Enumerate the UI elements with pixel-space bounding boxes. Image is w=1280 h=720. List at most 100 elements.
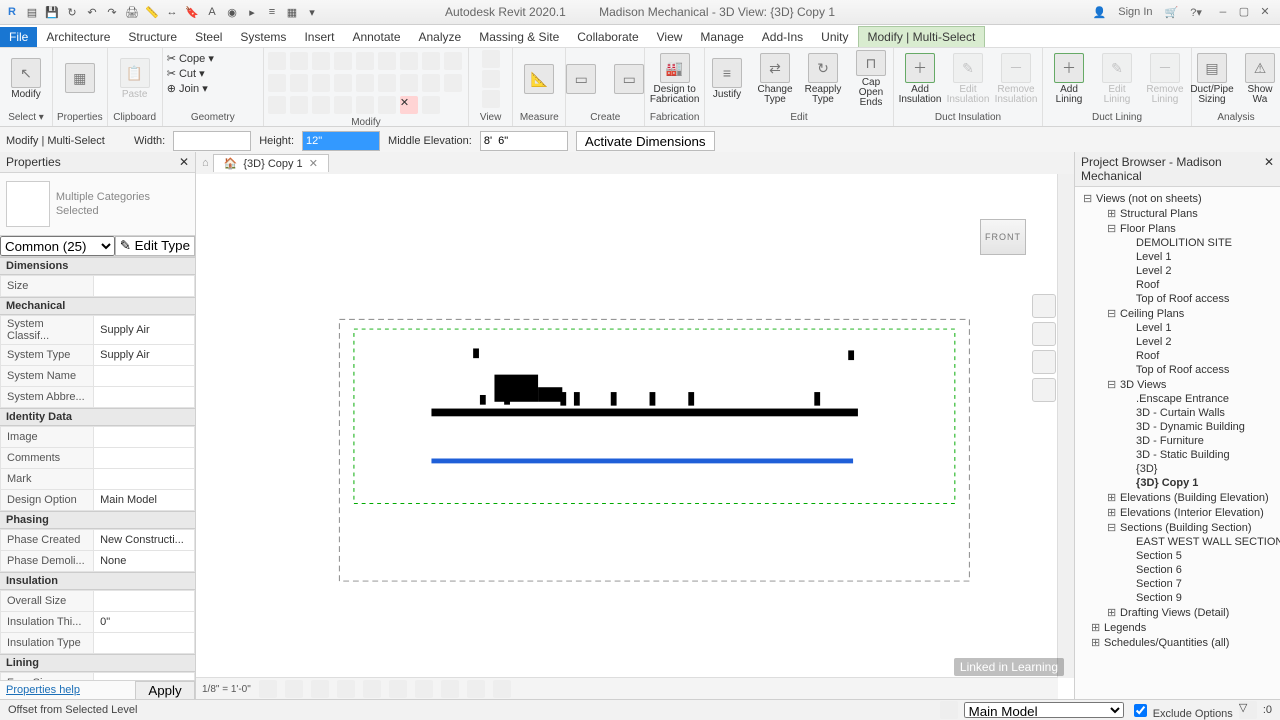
tab-annotate[interactable]: Annotate — [343, 27, 409, 47]
prop-value[interactable] — [94, 276, 195, 297]
tab-unity[interactable]: Unity — [812, 27, 857, 47]
main-model-select[interactable]: Main Model — [964, 702, 1124, 718]
tree-node[interactable]: Level 1 — [1077, 250, 1278, 264]
tree-node[interactable]: {3D} Copy 1 — [1077, 476, 1278, 490]
prop-value[interactable] — [94, 633, 195, 654]
tree-node[interactable]: 3D - Static Building — [1077, 448, 1278, 462]
tree-node[interactable]: ⊟ Sections (Building Section) — [1077, 520, 1278, 535]
exclude-options-checkbox[interactable]: Exclude Options — [1130, 701, 1233, 720]
tree-node[interactable]: Section 6 — [1077, 563, 1278, 577]
create-similar[interactable]: ▭ — [559, 50, 603, 108]
tab-view[interactable]: View — [648, 27, 692, 47]
prop-value[interactable]: Main Model — [94, 490, 195, 511]
undo-icon[interactable]: ↶ — [84, 4, 100, 20]
tab-insert[interactable]: Insert — [295, 27, 343, 47]
apply-button[interactable]: Apply — [135, 681, 195, 700]
3d-icon[interactable]: ◉ — [224, 4, 240, 20]
tree-node[interactable]: Level 2 — [1077, 335, 1278, 349]
mirror-icon[interactable] — [422, 52, 440, 70]
height-input[interactable] — [302, 131, 380, 151]
split-icon[interactable] — [378, 52, 396, 70]
cap-open-ends-button[interactable]: ⊓CapOpen Ends — [849, 50, 893, 108]
duct-pipe-sizing-button[interactable]: ▤Duct/PipeSizing — [1190, 50, 1234, 108]
tab-collaborate[interactable]: Collaborate — [568, 27, 647, 47]
design-to-fabrication[interactable]: 🏭Design toFabrication — [653, 50, 697, 108]
user-icon[interactable]: 👤 — [1093, 6, 1107, 19]
show-warnings-button[interactable]: ⚠ShowWa — [1238, 50, 1280, 108]
tab-steel[interactable]: Steel — [186, 27, 231, 47]
crop-visible-icon[interactable] — [415, 680, 433, 698]
tree-root[interactable]: ⊟ Views (not on sheets) — [1077, 191, 1278, 206]
change-type-button[interactable]: ⇄ChangeType — [753, 50, 797, 108]
scale-icon[interactable] — [444, 52, 462, 70]
help-icon[interactable]: ?▾ — [1190, 6, 1202, 19]
prop-value[interactable]: 0" — [94, 612, 195, 633]
props-group[interactable]: Insulation — [0, 572, 195, 590]
view-scale[interactable]: 1/8" = 1'-0" — [202, 684, 251, 695]
vertical-scrollbar[interactable] — [1057, 174, 1074, 678]
sign-in-link[interactable]: Sign In — [1118, 6, 1152, 18]
tab-file[interactable]: File — [0, 27, 37, 47]
rendering-icon[interactable] — [363, 680, 381, 698]
width-input[interactable] — [173, 131, 251, 151]
tree-node[interactable]: EAST WEST WALL SECTION — [1077, 535, 1278, 549]
measure-button[interactable]: 📐 — [517, 50, 561, 108]
cart-icon[interactable]: 🛒 — [1165, 6, 1179, 19]
pan-icon[interactable] — [1032, 322, 1056, 346]
project-browser-close-icon[interactable]: ✕ — [1264, 155, 1274, 183]
temp-hide-icon[interactable] — [467, 680, 485, 698]
prop-value[interactable]: New Constructi... — [94, 530, 195, 551]
unlock-icon[interactable] — [441, 680, 459, 698]
tree-node[interactable]: 3D - Furniture — [1077, 434, 1278, 448]
add-lining-button[interactable]: ＋AddLining — [1047, 50, 1091, 108]
tree-node[interactable]: ⊞ Elevations (Building Elevation) — [1077, 490, 1278, 505]
project-browser-tree[interactable]: ⊟ Views (not on sheets)⊞ Structural Plan… — [1075, 187, 1280, 700]
prop-value[interactable]: Supply Air — [94, 316, 195, 345]
prop-value[interactable] — [94, 448, 195, 469]
prop-value[interactable] — [94, 366, 195, 387]
crop-icon[interactable] — [389, 680, 407, 698]
edit-type-button[interactable]: ✎ Edit Type — [115, 236, 195, 256]
print-icon[interactable]: 🖨 — [124, 4, 140, 20]
mid-elev-input[interactable] — [480, 131, 568, 151]
visual-style-icon[interactable] — [285, 680, 303, 698]
props-group[interactable]: Mechanical — [0, 297, 195, 315]
redo-icon[interactable]: ↷ — [104, 4, 120, 20]
tab-add-ins[interactable]: Add-Ins — [753, 27, 812, 47]
tab-manage[interactable]: Manage — [691, 27, 752, 47]
section-icon[interactable]: ▸ — [244, 4, 260, 20]
tree-node[interactable]: Section 7 — [1077, 577, 1278, 591]
tab-structure[interactable]: Structure — [119, 27, 186, 47]
tag-icon[interactable]: 🔖 — [184, 4, 200, 20]
thin-lines-icon[interactable]: ≡ — [264, 4, 280, 20]
prop-value[interactable] — [94, 387, 195, 408]
active-view-tab[interactable]: 🏠 {3D} Copy 1 ✕ — [213, 154, 329, 172]
minimize-button[interactable]: — — [1214, 7, 1232, 19]
modify-tool[interactable]: ↖Modify — [4, 50, 48, 108]
orbit-icon[interactable] — [1032, 378, 1056, 402]
props-group[interactable]: Dimensions — [0, 257, 195, 275]
props-group[interactable]: Identity Data — [0, 408, 195, 426]
prop-value[interactable] — [94, 591, 195, 612]
tree-node[interactable]: Level 1 — [1077, 321, 1278, 335]
trim-icon[interactable] — [334, 52, 352, 70]
activate-dimensions-button[interactable]: Activate Dimensions — [576, 131, 715, 151]
tree-node[interactable]: ⊞ Drafting Views (Detail) — [1077, 605, 1278, 620]
worksets-icon[interactable] — [940, 701, 958, 719]
measure-icon[interactable]: 📏 — [144, 4, 160, 20]
tree-node[interactable]: 3D - Dynamic Building — [1077, 420, 1278, 434]
reveal-icon[interactable] — [493, 680, 511, 698]
cope-button[interactable]: ✂ Cope ▾ — [167, 52, 214, 65]
prop-value[interactable] — [94, 469, 195, 490]
open-icon[interactable]: ▤ — [24, 4, 40, 20]
join-button[interactable]: ⊕ Join ▾ — [167, 82, 214, 95]
tab-massing-site[interactable]: Massing & Site — [470, 27, 568, 47]
selection-filter-icon[interactable]: ▽ — [1239, 701, 1257, 719]
justify-button[interactable]: ≡Justify — [705, 50, 749, 108]
properties-button[interactable]: ▦ — [58, 50, 102, 108]
tree-node[interactable]: DEMOLITION SITE — [1077, 236, 1278, 250]
prop-value[interactable]: Supply Air — [94, 345, 195, 366]
dim-icon[interactable]: ↔ — [164, 4, 180, 20]
tree-node[interactable]: {3D} — [1077, 462, 1278, 476]
maximize-button[interactable]: ▢ — [1235, 5, 1253, 19]
